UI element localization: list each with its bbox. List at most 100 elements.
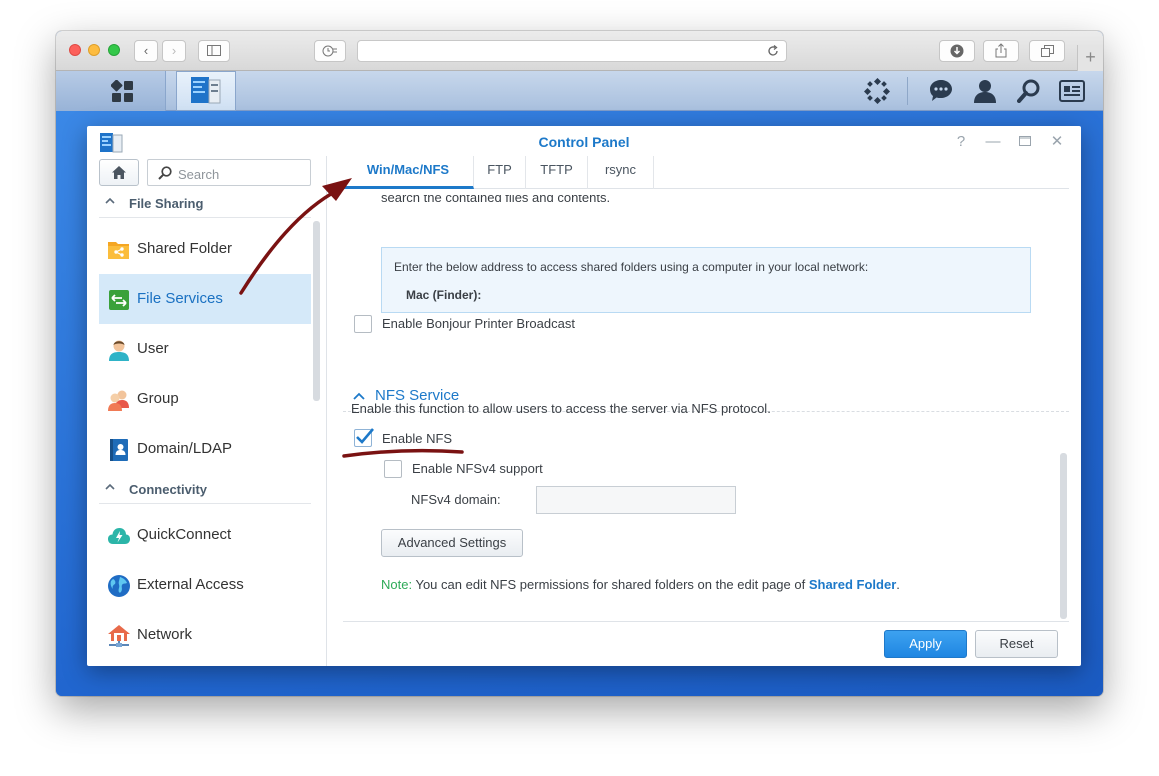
search-input[interactable]: Search xyxy=(147,159,311,186)
search-icon[interactable] xyxy=(1017,79,1041,103)
quickconnect-icon xyxy=(108,528,130,544)
cut-off-description: search the contained files and contents. xyxy=(381,195,610,205)
main-panel: Win/Mac/NFS FTP TFTP rsync search the co… xyxy=(343,156,1069,666)
bonjour-label: Enable Bonjour Printer Broadcast xyxy=(382,316,575,331)
section-label: File Sharing xyxy=(129,196,204,211)
search-icon xyxy=(158,166,172,180)
checkmark-icon xyxy=(356,428,374,444)
clock-icon xyxy=(322,45,337,57)
apply-button[interactable]: Apply xyxy=(884,630,967,658)
minimize-button[interactable]: — xyxy=(985,134,1001,150)
control-panel-window: Control Panel ? — ✕ Search File Sharing … xyxy=(87,126,1081,666)
section-label: Connectivity xyxy=(129,482,208,497)
nfsv4-label: Enable NFSv4 support xyxy=(412,461,543,476)
window-title: Control Panel xyxy=(538,134,630,150)
sidebar-item-shared-folder[interactable]: Shared Folder xyxy=(99,224,311,274)
sidebar-toggle-button[interactable] xyxy=(198,40,230,62)
nfs-note: Note: You can edit NFS permissions for s… xyxy=(381,577,900,592)
sidebar-item-label: File Services xyxy=(137,290,223,307)
user-icon xyxy=(109,340,129,361)
sidebar: Search File Sharing Shared Folder File S… xyxy=(87,156,327,666)
note-end: . xyxy=(896,577,900,592)
close-button[interactable]: ✕ xyxy=(1049,134,1065,150)
back-button[interactable]: ‹ xyxy=(134,40,158,62)
sidebar-item-label: Network xyxy=(137,626,193,643)
tabs-icon xyxy=(1040,45,1054,57)
tab-win-mac-nfs[interactable]: Win/Mac/NFS xyxy=(343,156,474,189)
nfsv4-checkbox[interactable] xyxy=(384,460,402,478)
sidebar-item-group[interactable]: Group xyxy=(99,374,311,424)
control-panel-taskbar-button[interactable] xyxy=(176,71,236,111)
cut-off-text: search the contained files and contents. xyxy=(381,195,611,205)
main-scrollbar[interactable] xyxy=(1060,453,1067,619)
forward-button[interactable]: › xyxy=(162,40,186,62)
download-icon xyxy=(950,44,964,58)
section-file-sharing[interactable]: File Sharing xyxy=(99,192,311,218)
chevron-up-icon xyxy=(353,392,365,400)
sidebar-icon xyxy=(207,45,221,56)
group-icon xyxy=(108,390,129,411)
downloads-button[interactable] xyxy=(939,40,975,62)
history-button[interactable] xyxy=(314,40,346,62)
minimize-window-button[interactable] xyxy=(88,44,100,56)
control-panel-icon xyxy=(191,77,221,104)
home-icon xyxy=(112,166,126,179)
sidebar-item-label: Shared Folder xyxy=(137,240,233,257)
share-button[interactable] xyxy=(983,40,1019,62)
sidebar-item-user[interactable]: User xyxy=(99,324,311,374)
enable-nfs-checkbox[interactable] xyxy=(354,428,374,447)
widgets-icon[interactable] xyxy=(864,78,890,104)
reset-button[interactable]: Reset xyxy=(975,630,1058,658)
sidebar-item-label: User xyxy=(137,340,169,357)
maximize-icon xyxy=(1019,136,1031,146)
taskbar-divider xyxy=(907,77,908,105)
user-icon[interactable] xyxy=(973,79,997,103)
main-menu-button[interactable] xyxy=(56,71,166,111)
sidebar-item-label: External Access xyxy=(137,576,244,593)
chevron-up-icon xyxy=(105,483,115,490)
mac-finder-label: Mac (Finder): xyxy=(406,288,482,302)
dsm-taskbar xyxy=(56,71,1103,111)
tab-bar: Win/Mac/NFS FTP TFTP rsync xyxy=(343,156,1069,189)
chevron-up-icon xyxy=(105,197,115,204)
messages-icon[interactable] xyxy=(929,79,953,103)
nfsv4-domain-input[interactable] xyxy=(536,486,736,514)
footer-divider xyxy=(343,621,1069,622)
help-button[interactable]: ? xyxy=(953,134,969,150)
tab-ftp[interactable]: FTP xyxy=(474,156,526,189)
sidebar-item-label: Group xyxy=(137,390,179,407)
domain-ldap-icon xyxy=(110,439,128,461)
search-placeholder: Search xyxy=(178,167,220,182)
app-grid-icon xyxy=(111,80,133,102)
nfsv4-domain-label: NFSv4 domain: xyxy=(411,492,501,507)
home-button[interactable] xyxy=(99,159,139,186)
sidebar-scrollbar[interactable] xyxy=(313,221,320,401)
desktop-view-icon[interactable] xyxy=(1059,80,1085,102)
sidebar-item-domain-ldap[interactable]: Domain/LDAP xyxy=(99,424,311,474)
nfs-description: Enable this function to allow users to a… xyxy=(351,401,771,416)
tabs-overview-button[interactable] xyxy=(1029,40,1065,62)
address-info-box: Enter the below address to access shared… xyxy=(381,247,1031,313)
sidebar-item-label: Domain/LDAP xyxy=(137,440,233,457)
sidebar-item-quickconnect[interactable]: QuickConnect xyxy=(99,510,311,560)
close-window-button[interactable] xyxy=(69,44,81,56)
network-icon xyxy=(108,625,130,647)
new-tab-button[interactable]: + xyxy=(1077,45,1103,71)
tab-rsync[interactable]: rsync xyxy=(588,156,654,189)
sidebar-item-file-services[interactable]: File Services xyxy=(99,274,311,324)
note-label: Note: xyxy=(381,577,413,592)
zoom-window-button[interactable] xyxy=(108,44,120,56)
sidebar-item-network[interactable]: Network xyxy=(99,610,311,660)
reload-icon xyxy=(768,45,778,56)
enable-nfs-label: Enable NFS xyxy=(382,431,453,446)
file-services-icon xyxy=(109,290,129,310)
bonjour-checkbox[interactable] xyxy=(354,315,372,333)
address-bar[interactable] xyxy=(357,40,787,62)
sidebar-item-external-access[interactable]: External Access xyxy=(99,560,311,610)
maximize-button[interactable] xyxy=(1017,134,1033,150)
section-connectivity[interactable]: Connectivity xyxy=(99,478,311,504)
shared-folder-link[interactable]: Shared Folder xyxy=(809,577,896,592)
advanced-settings-button[interactable]: Advanced Settings xyxy=(381,529,523,557)
tab-tftp[interactable]: TFTP xyxy=(526,156,588,189)
note-text: You can edit NFS permissions for shared … xyxy=(415,577,806,592)
